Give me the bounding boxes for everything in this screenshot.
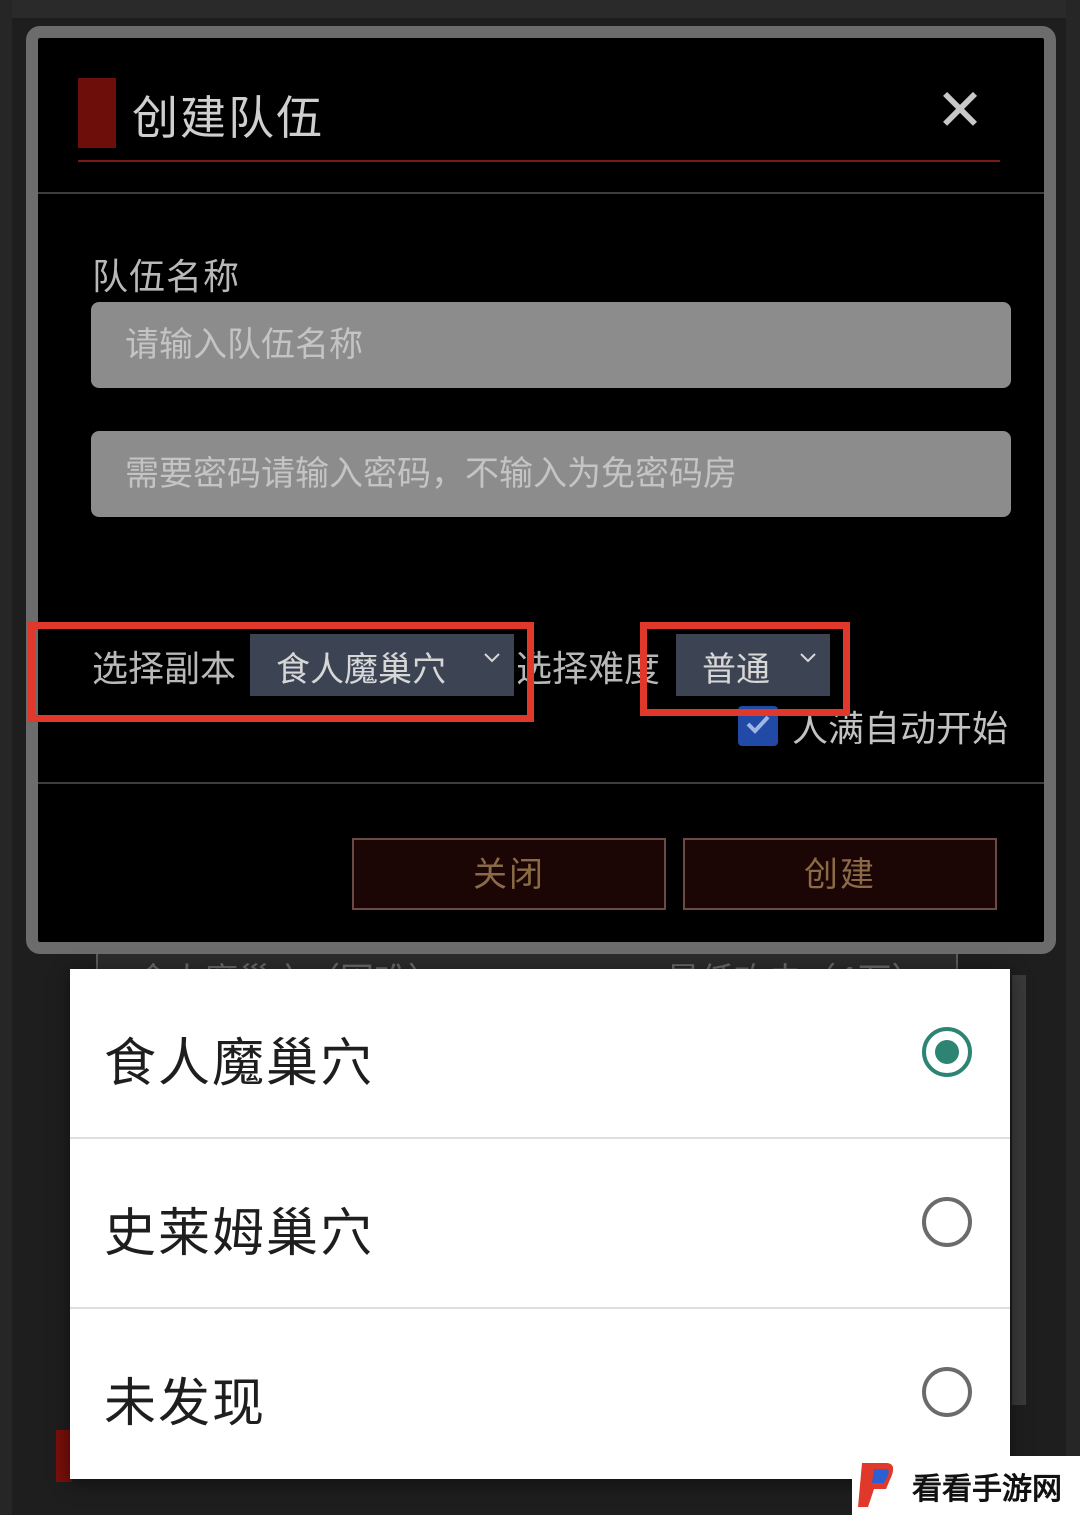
background-scrollbar — [1012, 975, 1026, 1405]
radio-unselected-icon[interactable] — [922, 1367, 972, 1417]
picker-option[interactable]: 未发现 — [70, 1309, 1010, 1479]
watermark-text: 看看手游网 — [912, 1472, 1062, 1507]
footer-divider — [38, 782, 1044, 784]
auto-start-checkbox[interactable] — [738, 706, 778, 746]
difficulty-label: 选择难度 — [516, 649, 661, 690]
title-accent-bar — [78, 78, 116, 148]
create-button[interactable]: 创建 — [683, 838, 997, 910]
checkmark-icon — [746, 715, 770, 734]
difficulty-select[interactable]: 普通 — [676, 634, 830, 696]
picker-option-label: 食人魔巢穴 — [104, 1034, 375, 1094]
header-divider — [38, 192, 1044, 194]
team-name-label: 队伍名称 — [92, 257, 241, 298]
radio-selected-icon[interactable] — [922, 1027, 972, 1077]
password-input[interactable] — [91, 431, 1011, 517]
dungeon-label: 选择副本 — [92, 649, 237, 690]
dungeon-select-value: 食人魔巢穴 — [276, 650, 446, 690]
dialog-title-bar: 创建队伍 ✕ — [78, 78, 1000, 162]
close-button[interactable]: 关闭 — [352, 838, 666, 910]
picker-option-label: 史莱姆巢穴 — [104, 1204, 375, 1264]
watermark: 看看手游网 — [852, 1456, 1080, 1515]
picker-option[interactable]: 食人魔巢穴 — [70, 969, 1010, 1139]
auto-start-label: 人满自动开始 — [792, 709, 1009, 750]
team-name-input[interactable] — [91, 302, 1011, 388]
chevron-down-icon — [800, 653, 816, 663]
dungeon-picker-sheet: 食人魔巢穴 史莱姆巢穴 未发现 — [70, 969, 1010, 1479]
difficulty-select-value: 普通 — [702, 650, 770, 690]
background-left-edge — [0, 0, 12, 1515]
dialog-title: 创建队伍 — [132, 91, 324, 145]
background-right-edge — [1066, 0, 1080, 1515]
close-icon[interactable]: ✕ — [930, 80, 990, 140]
dungeon-select[interactable]: 食人魔巢穴 — [250, 634, 514, 696]
picker-option-label: 未发现 — [104, 1374, 267, 1434]
picker-option[interactable]: 史莱姆巢穴 — [70, 1139, 1010, 1309]
radio-dot — [935, 1040, 959, 1064]
background-top-strip — [0, 0, 1080, 18]
watermark-logo-icon — [858, 1463, 894, 1507]
radio-unselected-icon[interactable] — [922, 1197, 972, 1247]
chevron-down-icon — [484, 653, 500, 663]
create-team-dialog: 创建队伍 ✕ 队伍名称 选择副本 食人魔巢穴 选择难度 普通 人满自动开始 — [26, 26, 1056, 954]
